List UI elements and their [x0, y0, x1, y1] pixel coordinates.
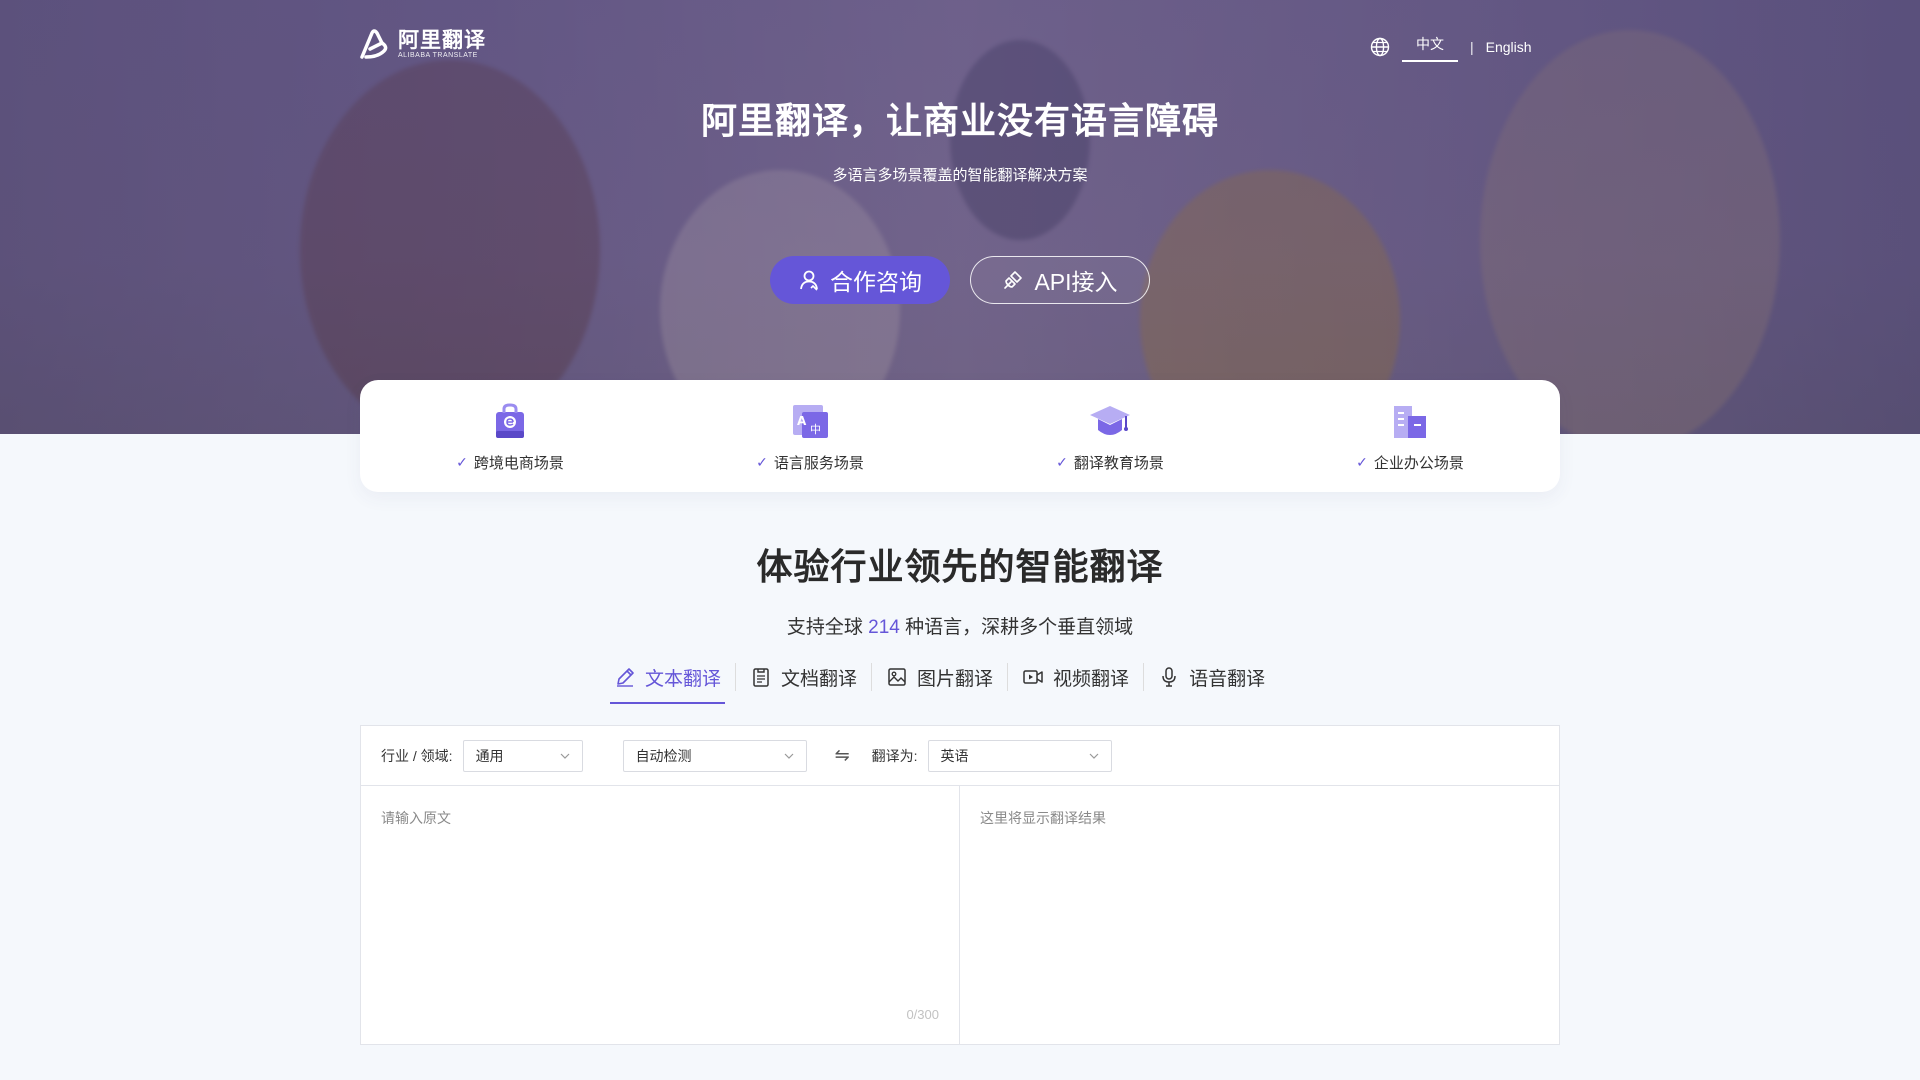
domain-select[interactable]: 通用: [462, 739, 583, 772]
subtitle-prefix: 支持全球: [786, 617, 863, 638]
document-icon: [753, 668, 769, 687]
section-subtitle: 支持全球 214 种语言，深耕多个垂直领域: [0, 612, 1920, 639]
logo-mark-icon: [360, 29, 388, 59]
api-button[interactable]: API接入: [970, 256, 1150, 304]
scenario-label: 跨境电商场景: [473, 454, 564, 472]
check-icon: ✓: [756, 453, 768, 470]
tab-label: 文本翻译: [645, 668, 722, 690]
translation-tabs: 文本翻译 文档翻译 图片翻译 视频翻译 语音翻译: [600, 660, 1279, 708]
hero-subtitle: 多语言多场景覆盖的智能翻译解决方案: [832, 167, 1088, 184]
consult-button-label: 合作咨询: [830, 269, 922, 295]
tab-voice-translation[interactable]: 语音翻译: [1144, 660, 1279, 694]
tab-document-translation[interactable]: 文档翻译: [736, 660, 871, 694]
translate-icon: A 中: [793, 404, 828, 438]
microphone-icon: [1162, 667, 1176, 687]
office-building-icon: [1394, 405, 1426, 438]
user-icon: [800, 270, 818, 291]
subtitle-suffix: 种语言，深耕多个垂直领域: [905, 617, 1134, 638]
consult-button[interactable]: 合作咨询: [770, 256, 950, 304]
result-area: 这里将显示翻译结果: [960, 786, 1559, 1044]
logo[interactable]: 阿里翻译 ALIBABA TRANSLATE: [358, 26, 486, 62]
target-language-value: 英语: [940, 747, 969, 764]
scenario-label: 企业办公场景: [1373, 454, 1464, 472]
check-icon: ✓: [1056, 453, 1068, 470]
scenario-education[interactable]: ✓ 翻译教育场景: [960, 380, 1260, 492]
scenario-label: 翻译教育场景: [1073, 454, 1164, 472]
scenario-ecommerce[interactable]: ✓ 跨境电商场景: [360, 380, 660, 492]
target-label: 翻译为:: [871, 747, 918, 764]
api-button-label: API接入: [1034, 269, 1118, 295]
pencil-icon: [617, 668, 634, 687]
language-count: 214: [868, 617, 900, 638]
lang-separator: |: [1470, 39, 1474, 55]
scenario-language-service[interactable]: A 中 ✓ 语言服务场景: [660, 380, 960, 492]
lang-option-zh[interactable]: 中文: [1402, 32, 1458, 62]
chevron-down-icon: [560, 753, 569, 759]
chevron-down-icon: [784, 753, 793, 759]
hero-banner: 阿里翻译 ALIBABA TRANSLATE 中文 | English 阿里翻译…: [0, 0, 1920, 434]
tab-video-translation[interactable]: 视频翻译: [1008, 660, 1143, 694]
tab-label: 语音翻译: [1189, 668, 1266, 690]
language-switcher: 中文 | English: [1370, 32, 1532, 62]
svg-text:A: A: [797, 414, 807, 428]
logo-text-en: ALIBABA TRANSLATE: [398, 51, 478, 59]
lang-option-en[interactable]: English: [1486, 39, 1532, 55]
image-icon: [888, 668, 906, 686]
tab-label: 文档翻译: [781, 668, 858, 690]
translator-panel: 行业 / 领域: 通用 自动检测 ⇋ 翻译为: 英语 0/300 这里: [360, 725, 1560, 1045]
logo-text-cn: 阿里翻译: [398, 28, 486, 52]
scenario-card: ✓ 跨境电商场景 A 中 ✓ 语言服务场景 ✓ 翻译教育场景 ✓ 企业办公场景: [360, 380, 1560, 492]
source-area: 0/300: [361, 786, 960, 1044]
scenario-label: 语言服务场景: [773, 454, 864, 472]
source-language-select[interactable]: 自动检测: [622, 739, 807, 772]
translation-areas: 0/300 这里将显示翻译结果: [361, 786, 1559, 1044]
globe-icon: [1370, 37, 1390, 57]
source-text-input[interactable]: [361, 786, 959, 1044]
check-icon: ✓: [1356, 453, 1368, 470]
scenario-office[interactable]: ✓ 企业办公场景: [1260, 380, 1560, 492]
chevron-down-icon: [1089, 753, 1098, 759]
target-language-select[interactable]: 英语: [927, 739, 1112, 772]
swap-languages-icon[interactable]: ⇋: [835, 745, 850, 766]
source-language-value: 自动检测: [635, 747, 692, 764]
tab-label: 图片翻译: [917, 668, 994, 690]
shopping-bag-icon: [496, 402, 524, 438]
hero-title: 阿里翻译，让商业没有语言障碍: [700, 100, 1219, 141]
graduation-cap-icon: [1090, 405, 1130, 435]
translator-toolbar: 行业 / 领域: 通用 自动检测 ⇋ 翻译为: 英语: [361, 726, 1559, 786]
video-icon: [1023, 670, 1043, 684]
result-placeholder: 这里将显示翻译结果: [980, 810, 1106, 826]
domain-label: 行业 / 领域:: [381, 747, 453, 764]
domain-select-value: 通用: [475, 747, 504, 764]
tab-label: 视频翻译: [1053, 668, 1130, 690]
tab-text-translation[interactable]: 文本翻译: [600, 660, 735, 704]
tab-image-translation[interactable]: 图片翻译: [872, 660, 1007, 694]
svg-text:中: 中: [810, 423, 821, 436]
section-title: 体验行业领先的智能翻译: [756, 546, 1164, 587]
check-icon: ✓: [456, 453, 468, 470]
plug-icon: [1004, 271, 1023, 289]
character-counter: 0/300: [906, 1007, 939, 1022]
